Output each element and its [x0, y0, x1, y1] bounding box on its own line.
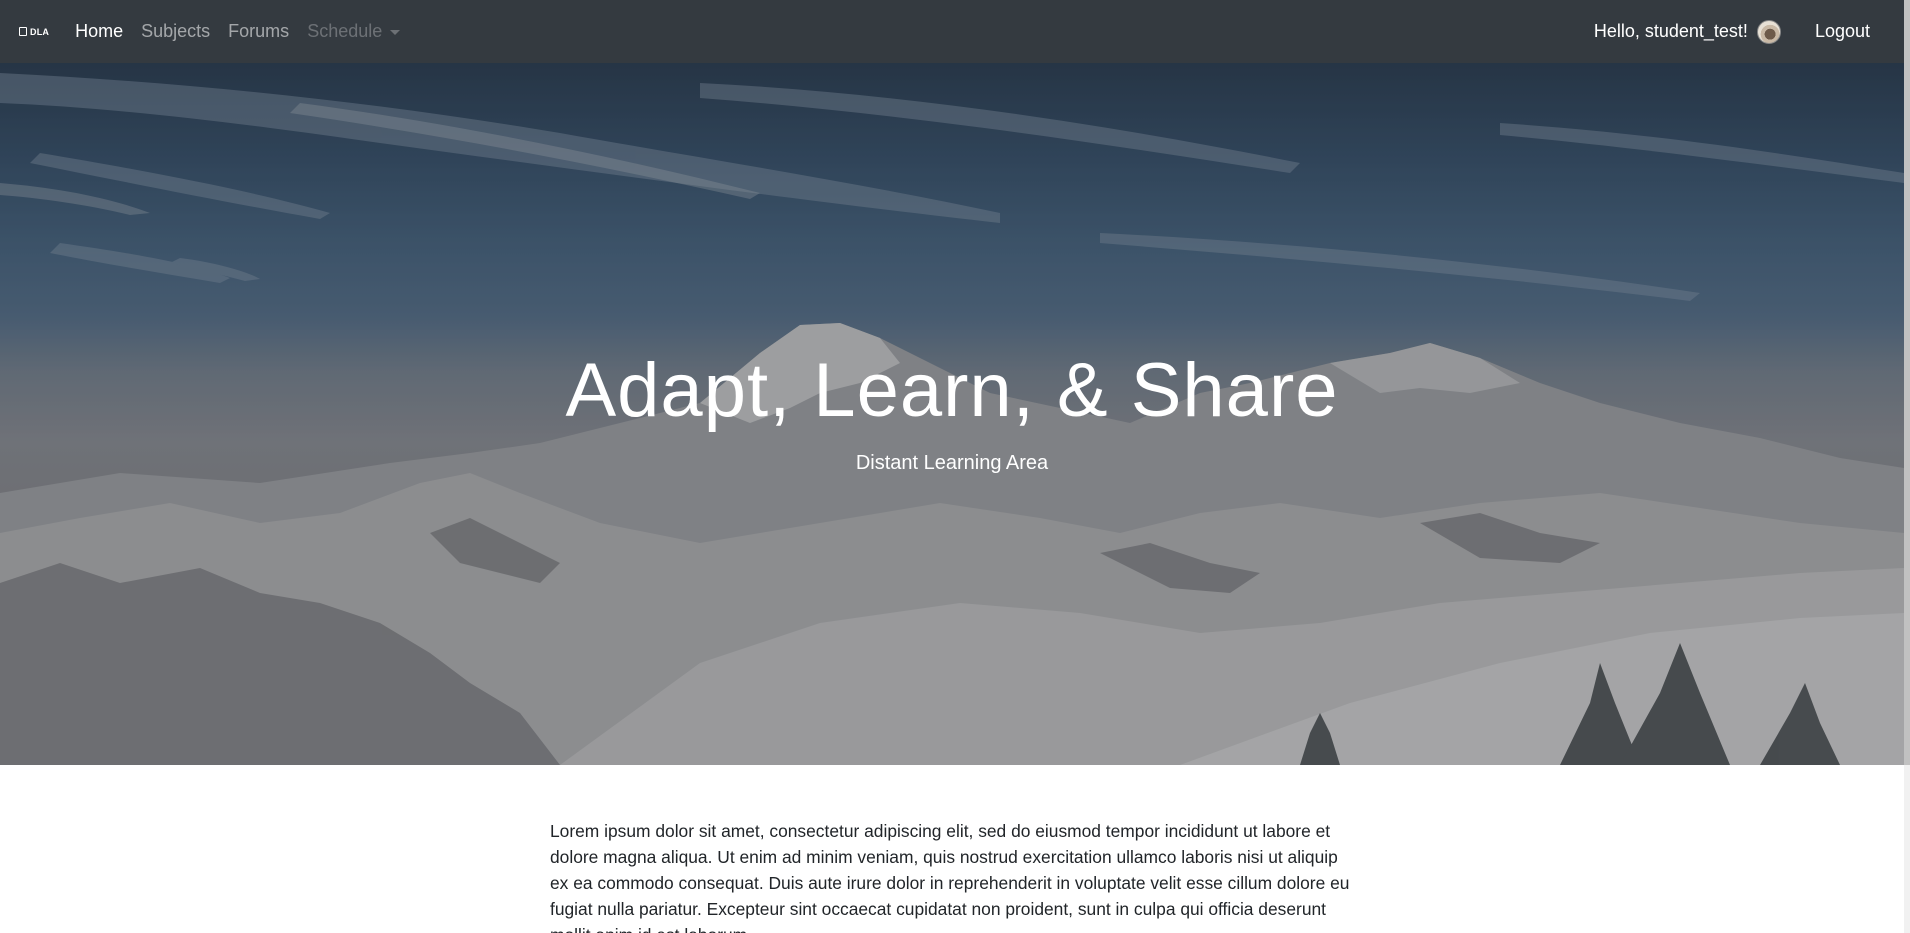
nav-forums[interactable]: Forums: [228, 21, 289, 42]
user-greeting: Hello, student_test!: [1593, 21, 1748, 41]
hero-title: Adapt, Learn, & Share: [565, 348, 1339, 433]
intro-paragraph: Lorem ipsum dolor sit amet, consectetur …: [550, 821, 1350, 933]
nav-schedule-dropdown[interactable]: Schedule: [307, 21, 401, 42]
brand-text: DLA: [30, 26, 50, 37]
navbar: DLA Home Subjects Forums Schedule Hello,…: [0, 0, 1904, 63]
page-scrollbar[interactable]: [1904, 0, 1910, 933]
hero-subtitle: Distant Learning Area: [855, 452, 1049, 474]
nav-home[interactable]: Home: [75, 21, 123, 42]
nav-user-area: Hello, student_test! Logout: [1593, 19, 1885, 44]
nav-schedule-label: Schedule: [307, 21, 383, 41]
logout-link[interactable]: Logout: [1815, 21, 1870, 42]
caret-down-icon: [390, 30, 401, 35]
logo-icon: [19, 27, 27, 36]
scrollbar-thumb[interactable]: [1904, 0, 1910, 765]
brand-logo[interactable]: DLA: [19, 27, 49, 37]
nav-subjects[interactable]: Subjects: [141, 21, 210, 42]
page: DLA Home Subjects Forums Schedule Hello,…: [0, 0, 1910, 933]
avatar[interactable]: [1756, 19, 1781, 44]
hero-banner: Adapt, Learn, & Share Distant Learning A…: [0, 63, 1904, 765]
